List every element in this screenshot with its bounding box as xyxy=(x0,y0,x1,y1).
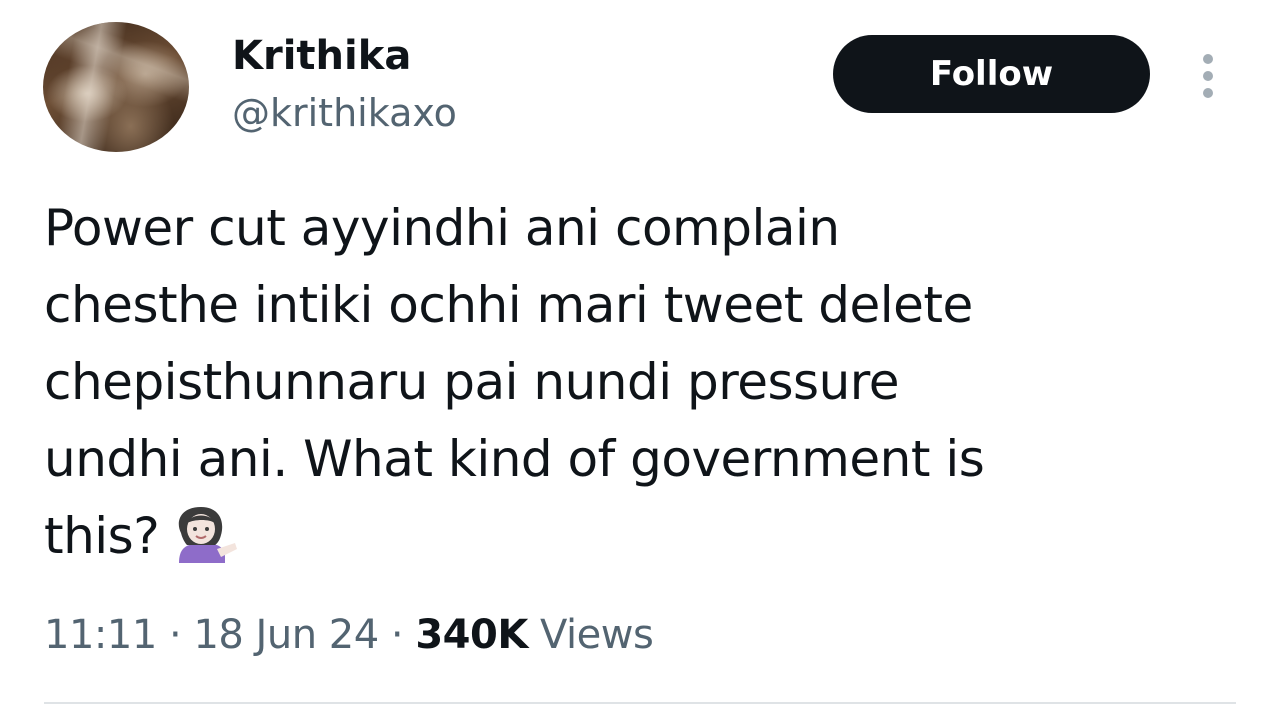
tweet-text-line: Power cut ayyindhi ani complain xyxy=(44,199,840,257)
meta-separator: · xyxy=(169,612,182,658)
tweet-text: Power cut ayyindhi ani complain chesthe … xyxy=(44,190,1224,575)
views-count: 340K xyxy=(415,612,528,658)
tweet-meta: 11:11 · 18 Jun 24 · 340K Views xyxy=(44,605,654,665)
avatar[interactable] xyxy=(43,22,189,152)
author-display-name[interactable]: Krithika xyxy=(232,30,411,82)
more-options-icon[interactable] xyxy=(1196,52,1220,100)
tweet-text-line: chesthe intiki ochhi mari tweet delete xyxy=(44,276,973,334)
meta-separator: · xyxy=(390,612,404,658)
more-options-dot xyxy=(1203,88,1213,98)
author-handle[interactable]: @krithikaxo xyxy=(232,88,457,138)
tweet-date[interactable]: 18 Jun 24 xyxy=(193,612,379,658)
person-tipping-hand-emoji xyxy=(165,503,239,563)
tweet-text-line: chepisthunnaru pai nundi pressure xyxy=(44,353,899,411)
tweet-text-line: this? xyxy=(44,507,160,565)
tweet-text-line-last: this? xyxy=(44,498,1224,575)
tweet-time[interactable]: 11:11 xyxy=(44,612,157,658)
divider xyxy=(44,702,1236,704)
views-label: Views xyxy=(540,612,654,658)
more-options-dot xyxy=(1203,54,1213,64)
more-options-dot xyxy=(1203,71,1213,81)
tweet-text-line: undhi ani. What kind of government is xyxy=(44,430,985,488)
follow-button[interactable]: Follow xyxy=(833,35,1150,113)
